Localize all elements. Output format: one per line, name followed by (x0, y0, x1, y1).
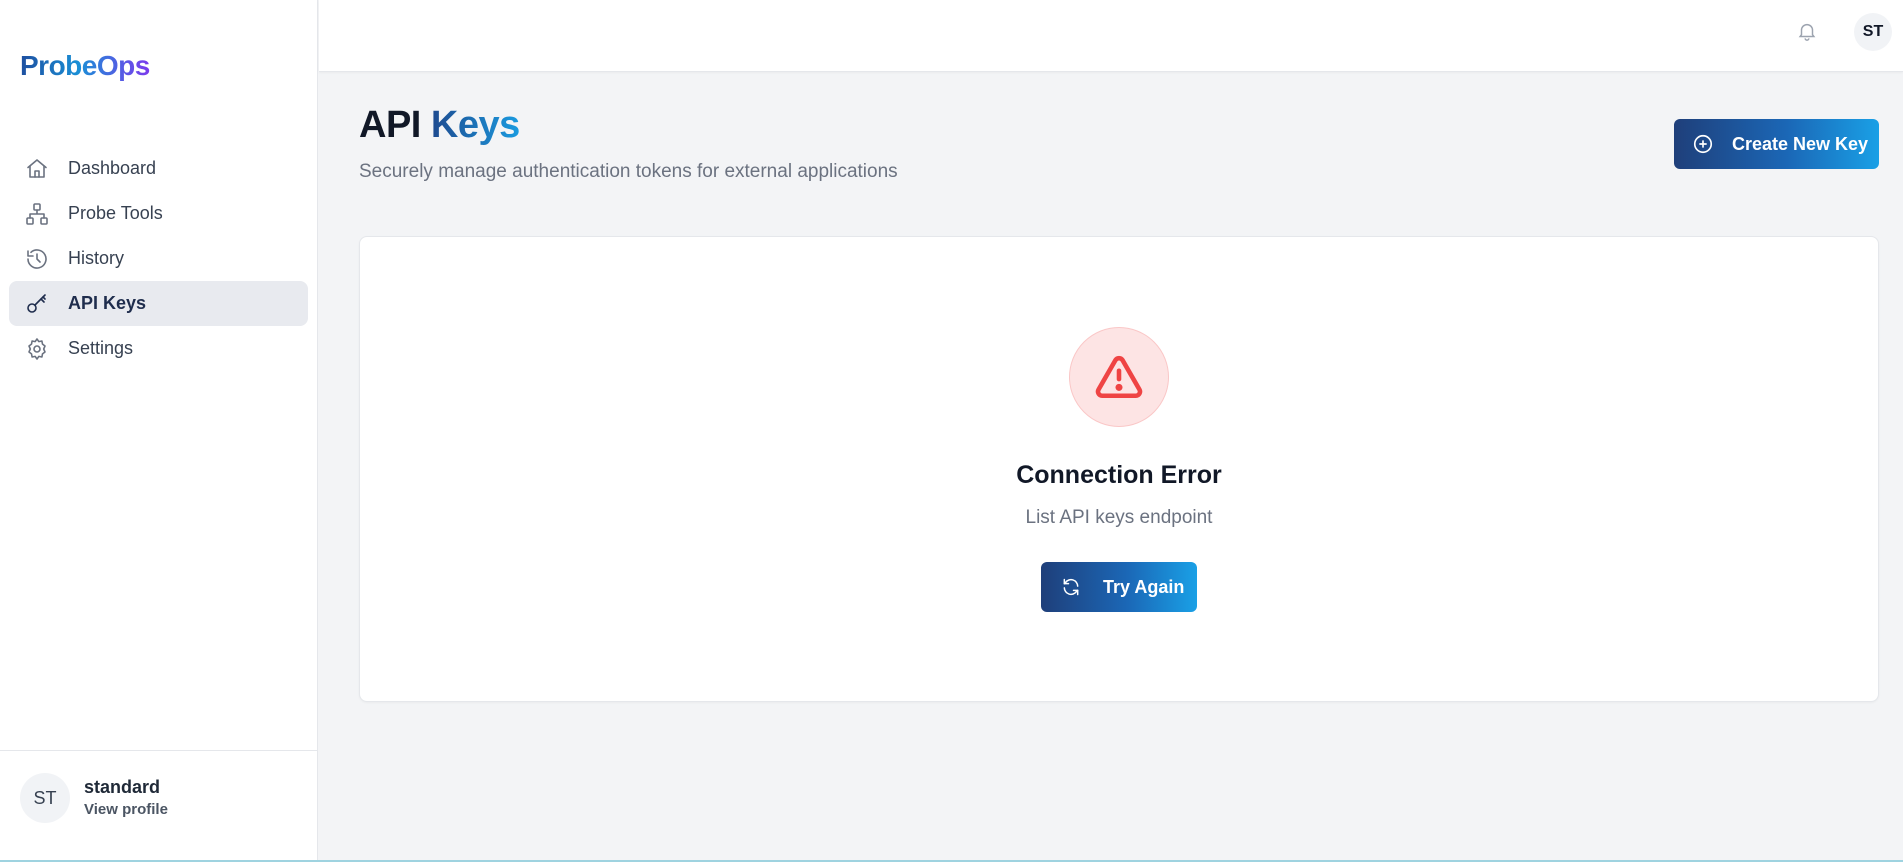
try-again-button[interactable]: Try Again (1041, 562, 1197, 612)
sidebar-item-settings[interactable]: Settings (9, 326, 308, 371)
sidebar-item-dashboard[interactable]: Dashboard (9, 146, 308, 191)
brand-logo[interactable]: ProbeOps (20, 50, 150, 82)
user-profile-box[interactable]: ST standard View profile (0, 750, 318, 860)
try-again-label: Try Again (1103, 576, 1185, 597)
avatar[interactable]: ST (1854, 13, 1892, 51)
bell-icon[interactable] (1796, 20, 1820, 44)
sidebar-nav: Dashboard Probe Tools History API Keys S… (9, 146, 308, 371)
gear-icon (24, 336, 50, 362)
network-icon (24, 201, 50, 227)
history-icon (24, 246, 50, 272)
refresh-icon (1063, 578, 1079, 596)
key-icon (24, 291, 50, 317)
sidebar: ProbeOps Dashboard Probe Tools History A… (0, 0, 318, 860)
sidebar-item-probe-tools[interactable]: Probe Tools (9, 191, 308, 236)
sidebar-item-label: Probe Tools (68, 203, 163, 223)
sidebar-item-label: Settings (68, 338, 134, 358)
sidebar-item-label: Dashboard (68, 158, 157, 178)
avatar: ST (20, 773, 70, 823)
top-bar: ST (319, 0, 1903, 72)
error-title: Connection Error (1016, 461, 1222, 489)
page-subtitle: Securely manage authentication tokens fo… (359, 161, 898, 182)
sidebar-item-api-keys[interactable]: API Keys (9, 281, 308, 326)
view-profile-link[interactable]: View profile (84, 801, 168, 818)
user-name: standard (84, 777, 161, 797)
sidebar-item-label: History (68, 248, 125, 268)
error-message: List API keys endpoint (1025, 507, 1213, 528)
create-new-key-label: Create New Key (1732, 133, 1869, 154)
home-icon (24, 156, 50, 182)
warning-triangle-icon (1069, 327, 1169, 427)
page-title-part2: Keys (430, 104, 520, 146)
create-new-key-button[interactable]: Create New Key (1674, 119, 1879, 169)
plus-circle-icon (1693, 134, 1713, 154)
page-title-part1: API (359, 104, 421, 146)
error-card: Connection Error List API keys endpoint … (359, 236, 1879, 702)
page-title: API Keys (359, 104, 520, 147)
sidebar-item-history[interactable]: History (9, 236, 308, 281)
sidebar-item-label: API Keys (68, 293, 147, 313)
